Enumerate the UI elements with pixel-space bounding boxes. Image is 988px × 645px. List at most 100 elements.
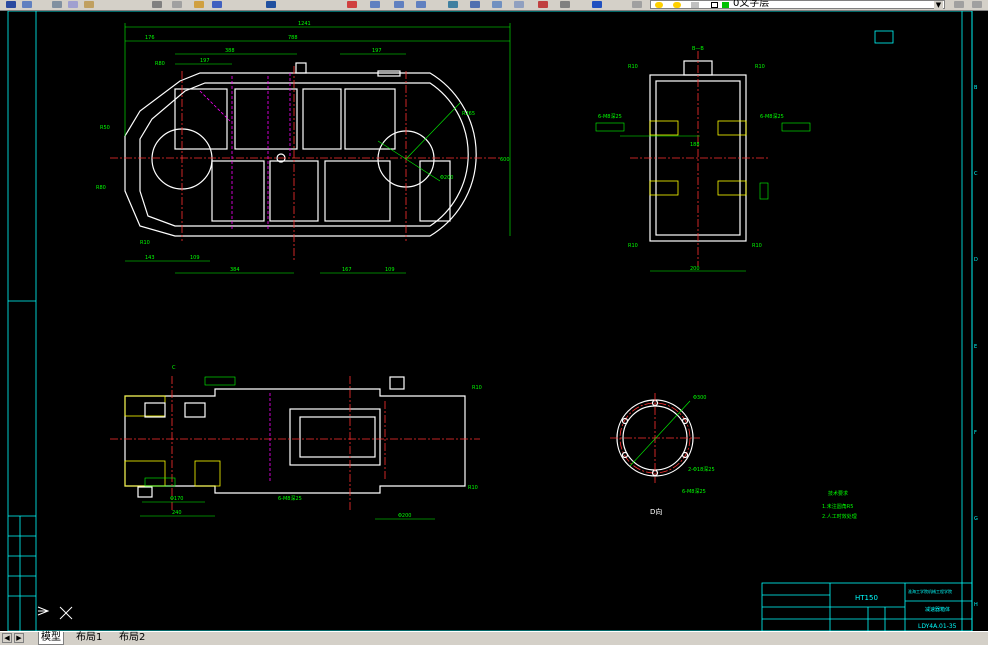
zone-label: C (974, 171, 978, 177)
layer-manager-icon[interactable] (630, 0, 644, 9)
thread-callout-c: 6-M8深25 (278, 495, 302, 502)
view-box (874, 30, 894, 44)
lightbulb-icon (655, 2, 663, 8)
layer-previous-icon[interactable] (970, 0, 984, 9)
tool-palette-icon[interactable] (490, 0, 504, 9)
layer-name: 0文字层 (733, 0, 770, 9)
dim-167: 167 (342, 267, 352, 273)
dim-240: 240 (172, 510, 182, 516)
view-label-d: D向 (650, 507, 662, 516)
layout-tab-bar: ◀ ▶ 模型 布局1 布局2 (0, 631, 988, 645)
tab-model[interactable]: 模型 (38, 632, 64, 645)
drawing-frame: B C D E F G H (7, 11, 978, 631)
tech-item-1: 1.未注圆角R5 (822, 503, 853, 510)
dim-p170: Φ170 (170, 496, 183, 502)
tab-layout2[interactable]: 布局2 (117, 632, 147, 644)
dim-r10: R10 (140, 240, 150, 246)
markup-icon[interactable] (536, 0, 550, 9)
toolbar: 0文字层 ▼ (0, 0, 988, 11)
zone-label: D (974, 257, 978, 263)
ucs-icon (37, 606, 73, 620)
dim-r10-top: R10 (472, 385, 482, 391)
top-view: C R10 R10 240 Φ170 Φ200 6-M8深25 (110, 365, 482, 520)
tech-item-2: 2.人工时效处理 (822, 513, 857, 520)
zone-label: H (974, 602, 978, 608)
dim-p200: Φ200 (398, 513, 411, 519)
calculator-icon[interactable] (558, 0, 572, 9)
part-name: 减速器箱体 (925, 606, 950, 613)
zoom-icon[interactable] (368, 0, 382, 9)
next-tab-icon[interactable]: ▶ (14, 633, 24, 643)
dim-phi200: Φ200 (440, 175, 453, 181)
sun-icon (673, 2, 681, 8)
material: HT150 (855, 594, 878, 602)
plot-icon (722, 2, 729, 8)
dim-r80: R80 (155, 61, 165, 67)
dim-197: 197 (372, 48, 382, 54)
dim-109b: 109 (385, 267, 395, 273)
tab-layout1[interactable]: 布局1 (74, 632, 104, 644)
match-icon[interactable] (150, 0, 164, 9)
dim-388: 388 (225, 48, 235, 54)
lock-icon (691, 2, 699, 8)
cut-icon[interactable] (50, 0, 64, 9)
first-tab-icon[interactable]: ◀ (2, 633, 12, 643)
zoom-previous-icon[interactable] (414, 0, 428, 9)
dim-r10-bl: R10 (628, 243, 638, 249)
dim-197b: 197 (200, 58, 210, 64)
drawing-svg: .o{stroke:#fff;fill:none;stroke-width:1.… (7, 11, 978, 631)
dim-r10-bot: R10 (468, 485, 478, 491)
dim-r10-tl: R10 (628, 64, 638, 70)
drawing-canvas[interactable]: .o{stroke:#fff;fill:none;stroke-width:1.… (0, 11, 988, 631)
dim-r10-br: R10 (752, 243, 762, 249)
front-view: 1241 176 788 388 197 197 R80 R50 R80 R26… (96, 21, 511, 274)
print-icon[interactable] (20, 0, 34, 9)
thread-callout-left: 6-M8深25 (598, 113, 622, 120)
properties-icon[interactable] (446, 0, 460, 9)
tech-title: 技术要求 (828, 490, 848, 497)
dim-788: 788 (288, 35, 298, 41)
dim-384: 384 (230, 267, 240, 273)
save-icon[interactable] (4, 0, 18, 9)
company-name: 淮海工学院机械工程学院 (908, 588, 952, 594)
dim-r80b: R80 (96, 185, 106, 191)
dim-188: 188 (690, 142, 700, 148)
design-center-icon[interactable] (468, 0, 482, 9)
make-current-icon[interactable] (952, 0, 966, 9)
help-icon[interactable] (590, 0, 604, 9)
layer-dropdown[interactable]: 0文字层 ▼ (650, 0, 945, 9)
section-bb: B—B 200 R10 R10 R10 R10 6-M8深25 6-M8深25 … (595, 46, 811, 272)
chevron-down-icon[interactable]: ▼ (934, 1, 943, 9)
pan-icon[interactable] (345, 0, 359, 9)
dim-200: 200 (690, 266, 700, 272)
dim-r265: R265 (462, 111, 475, 117)
redo-icon[interactable] (264, 0, 278, 9)
block-icon[interactable] (170, 0, 184, 9)
title-block: HT150 淮海工学院机械工程学院 减速器箱体 LDY4A.01-35 (761, 582, 973, 631)
paste-icon[interactable] (82, 0, 96, 9)
holes-2: 2-Φ18深25 (688, 466, 715, 473)
drawing-number: LDY4A.01-35 (918, 623, 957, 630)
dim-109: 109 (190, 255, 200, 261)
thread-callout: 6-M8深25 (760, 113, 784, 120)
brush-icon[interactable] (192, 0, 206, 9)
undo-icon[interactable] (210, 0, 224, 9)
zone-label: E (974, 344, 977, 350)
tech-requirements: 技术要求 1.未注圆角R5 2.人工时效处理 (822, 490, 857, 520)
dim-176: 176 (145, 35, 155, 41)
dim-143: 143 (145, 255, 155, 261)
dim-600: 600 (500, 157, 510, 163)
sheet-set-icon[interactable] (512, 0, 526, 9)
dim-phi300: Φ300 (693, 395, 706, 401)
view-d: Φ300 2-Φ18深25 6-M8深25 D向 (610, 393, 715, 516)
zone-label: G (974, 516, 978, 522)
color-swatch-icon (711, 2, 718, 8)
dim-overall-length: 1241 (298, 21, 311, 27)
copy-icon[interactable] (66, 0, 80, 9)
zone-label: B (974, 85, 978, 91)
holes-6: 6-M8深25 (682, 488, 706, 495)
zone-label: F (974, 430, 977, 436)
dim-r50: R50 (100, 125, 110, 131)
dim-r10-tr: R10 (755, 64, 765, 70)
zoom-window-icon[interactable] (392, 0, 406, 9)
